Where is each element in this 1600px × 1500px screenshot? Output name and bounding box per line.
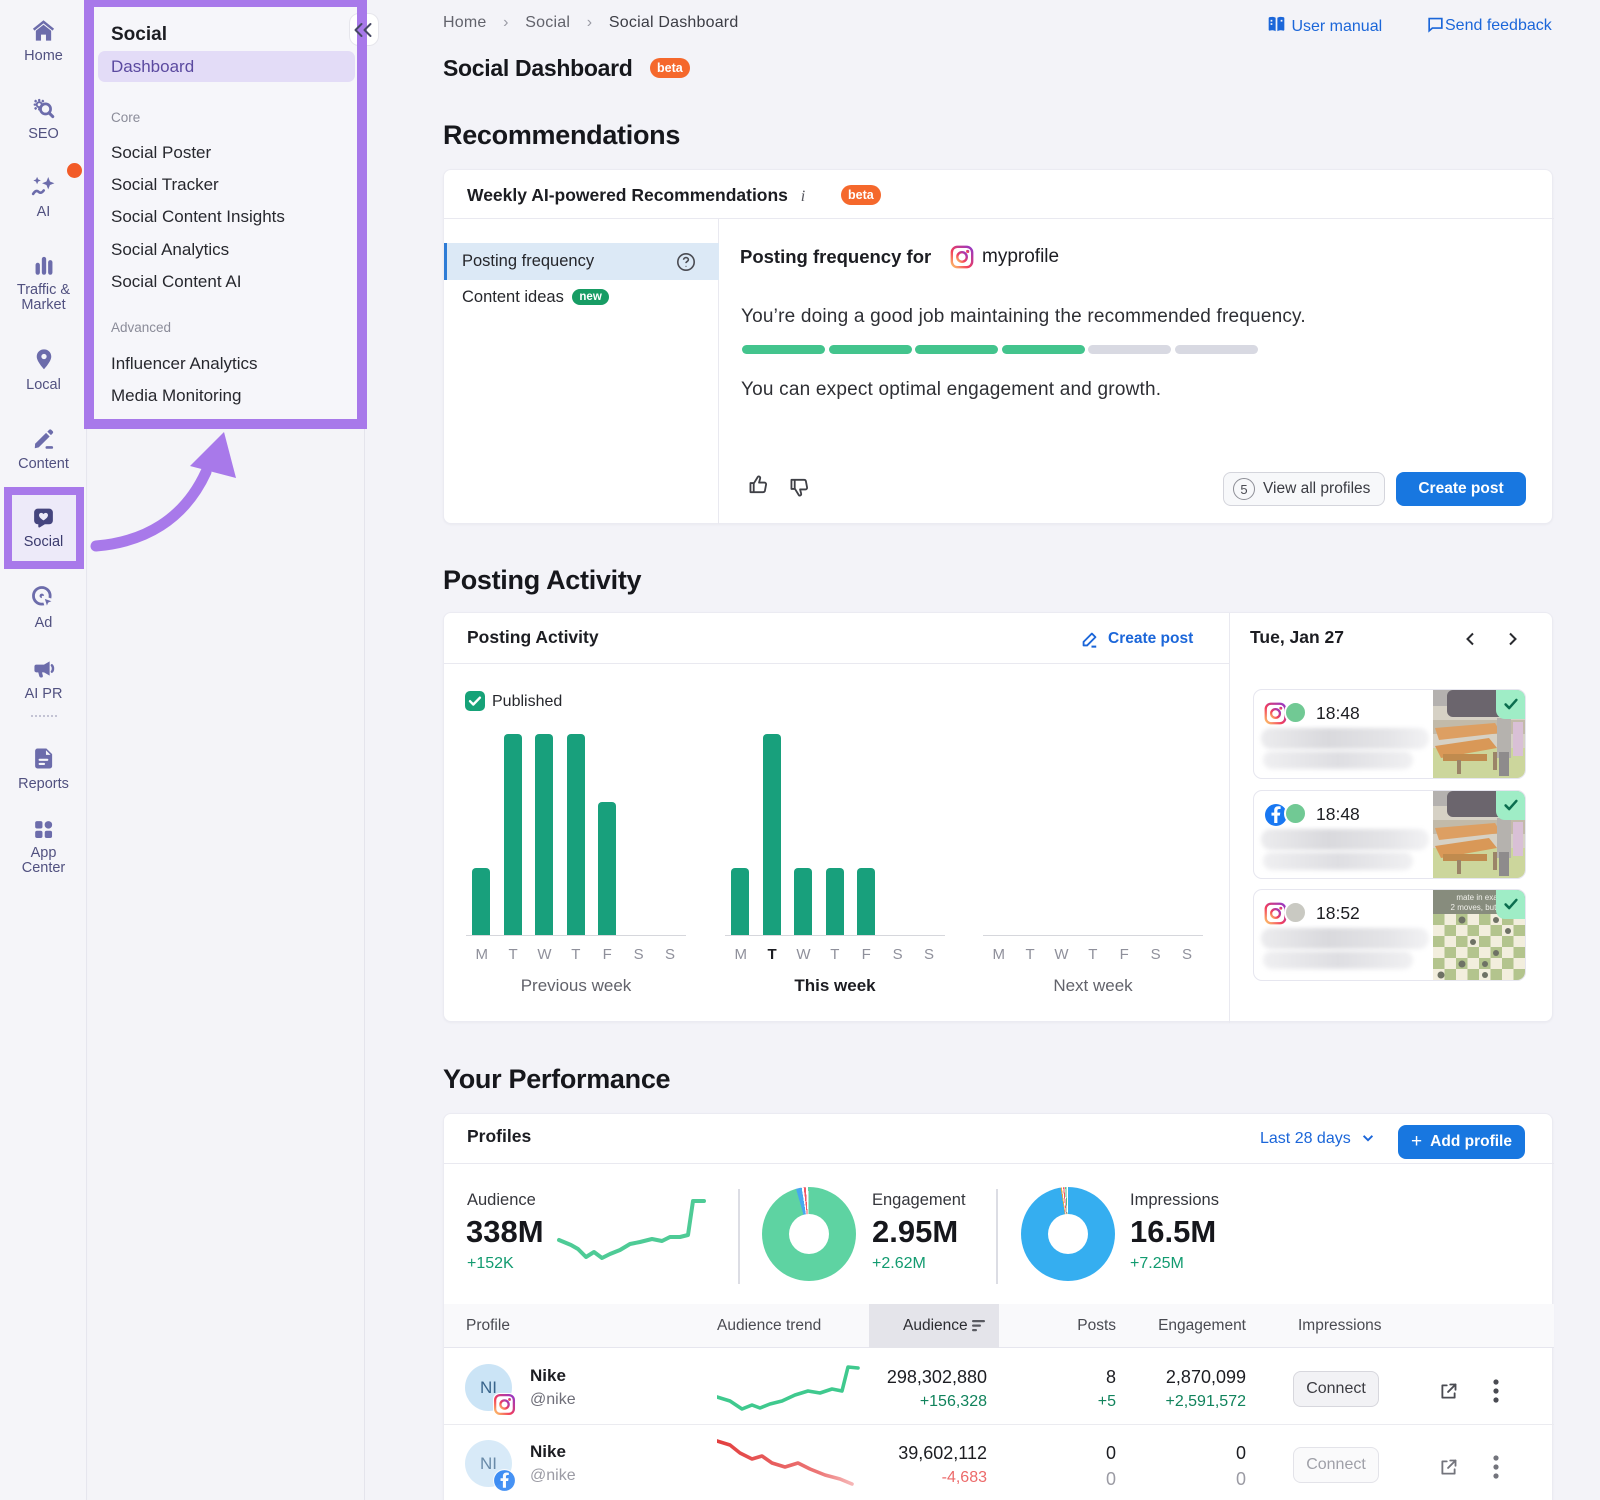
svg-text:mate in exac: mate in exac — [1456, 893, 1501, 902]
